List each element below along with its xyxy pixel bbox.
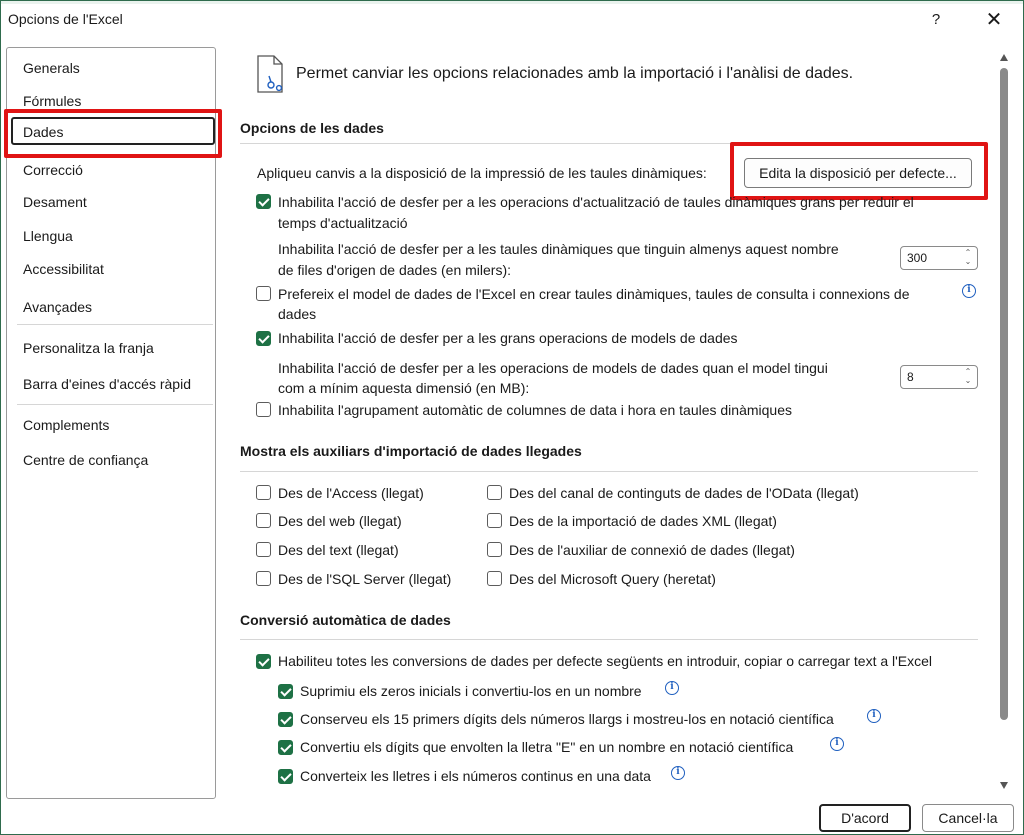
checkbox-legacy-xml[interactable] [487,513,502,528]
checkbox-disable-undo-pivot-refresh[interactable] [256,194,271,209]
dialog-title: Opcions de l'Excel [8,11,123,27]
option-label: Inhabilita l'acció de desfer per a les g… [278,330,738,346]
section-divider [240,639,978,640]
option-label: Des de la importació de dades XML (llega… [509,513,777,529]
checkbox-keep-15-digits[interactable] [278,712,293,727]
document-data-icon [257,55,283,93]
option-label: Inhabilita l'agrupament automàtic de col… [278,402,792,418]
option-label: Des de l'auxiliar de connexió de dades (… [509,542,795,558]
rows-threshold-spinner[interactable]: 300 ⌃ ⌄ [900,246,978,270]
option-label: Conserveu els 15 primers dígits dels núm… [300,711,834,727]
checkbox-convert-e-notation[interactable] [278,740,293,755]
option-sublabel: com a mínim aquesta dimensió (en MB): [278,380,530,396]
scroll-thumb[interactable] [1000,68,1008,720]
section-title-data-options: Opcions de les dades [240,120,384,136]
option-label: Convertiu els dígits que envolten la lle… [300,739,794,755]
section-divider [240,471,978,472]
info-icon[interactable]: i [671,766,685,780]
option-label: Des del canal de continguts de dades de … [509,485,859,501]
checkbox-convert-to-date[interactable] [278,769,293,784]
option-sublabel: de files d'origen de dades (en milers): [278,262,512,278]
checkbox-legacy-web[interactable] [256,513,271,528]
title-bar: Opcions de l'Excel ? ✕ [0,0,1024,40]
option-label: Des del text (llegat) [278,542,399,558]
cancel-button[interactable]: Cancel·la [922,804,1014,832]
checkbox-legacy-connection-wizard[interactable] [487,542,502,557]
checkbox-prefer-data-model[interactable] [256,286,271,301]
spinner-value: 300 [907,251,928,265]
help-button[interactable]: ? [926,8,946,32]
checkbox-disable-undo-model-ops[interactable] [256,331,271,346]
option-label: temps d'actualització [278,215,408,231]
ok-button[interactable]: D'acord [819,804,911,832]
option-label: dades [278,306,317,322]
nav-item-avancades[interactable]: Avançades [23,299,92,315]
option-label: Converteix les lletres i els números con… [300,768,651,784]
info-icon[interactable]: i [867,709,881,723]
close-button[interactable]: ✕ [982,8,1006,32]
checkbox-legacy-odata[interactable] [487,485,502,500]
checkbox-enable-all-conversions[interactable] [256,654,271,669]
option-label: Suprimiu els zeros inicials i convertiu-… [300,683,642,699]
section-title-legacy-wizards: Mostra els auxiliars d'importació de dad… [240,443,582,459]
checkbox-disable-auto-grouping[interactable] [256,402,271,417]
info-icon[interactable]: i [830,737,844,751]
option-label: Des de l'SQL Server (llegat) [278,571,452,587]
checkbox-remove-leading-zeros[interactable] [278,684,293,699]
checkbox-legacy-ms-query[interactable] [487,571,502,586]
options-content: Permet canviar les opcions relacionades … [216,40,996,800]
layout-label: Apliqueu canvis a la disposició de la im… [257,165,707,181]
option-sublabel: Inhabilita l'acció de desfer per a les t… [278,241,839,257]
category-nav: Generals Fórmules Dades Correcció Desame… [6,47,216,799]
scroll-up-icon[interactable] [1000,54,1008,61]
spinner-value: 8 [907,370,914,384]
option-label: Des de l'Access (llegat) [278,485,424,501]
nav-item-complements[interactable]: Complements [23,417,109,433]
page-description: Permet canviar les opcions relacionades … [296,65,854,82]
edit-default-layout-button[interactable]: Edita la disposició per defecte... [744,158,972,188]
option-label: Habiliteu totes les conversions de dades… [278,653,933,669]
checkbox-legacy-access[interactable] [256,485,271,500]
nav-item-desament[interactable]: Desament [23,194,87,210]
option-label: Inhabilita l'acció de desfer per a les o… [278,194,914,210]
info-icon[interactable]: i [962,284,976,298]
option-sublabel: Inhabilita l'acció de desfer per a les o… [278,360,828,376]
nav-item-personalitza-franja[interactable]: Personalitza la franja [23,340,154,356]
checkbox-legacy-text[interactable] [256,542,271,557]
nav-item-barra-eines[interactable]: Barra d'eines d'accés ràpid [23,376,191,392]
nav-item-formules[interactable]: Fórmules [23,93,81,109]
nav-divider [17,324,213,325]
nav-item-correccio[interactable]: Correcció [23,162,83,178]
scroll-down-icon[interactable] [1000,782,1008,789]
option-label: Des del web (llegat) [278,513,402,529]
section-divider [240,143,978,144]
option-label: Prefereix el model de dades de l'Excel e… [278,286,910,302]
content-scrollbar[interactable] [996,48,1012,796]
info-icon[interactable]: i [665,681,679,695]
nav-divider [17,404,213,405]
nav-item-accessibilitat[interactable]: Accessibilitat [23,261,104,277]
model-size-spinner[interactable]: 8 ⌃ ⌄ [900,365,978,389]
section-title-auto-conversion: Conversió automàtica de dades [240,612,451,628]
nav-item-llengua[interactable]: Llengua [23,228,73,244]
option-label: Des del Microsoft Query (heretat) [509,571,716,587]
nav-item-centre-confianca[interactable]: Centre de confiança [23,452,148,468]
spinner-arrows-icon[interactable]: ⌃ ⌄ [963,248,973,268]
nav-item-dades[interactable]: Dades [11,117,215,145]
checkbox-legacy-sql[interactable] [256,571,271,586]
spinner-arrows-icon[interactable]: ⌃ ⌄ [963,367,973,387]
nav-item-generals[interactable]: Generals [23,60,80,76]
